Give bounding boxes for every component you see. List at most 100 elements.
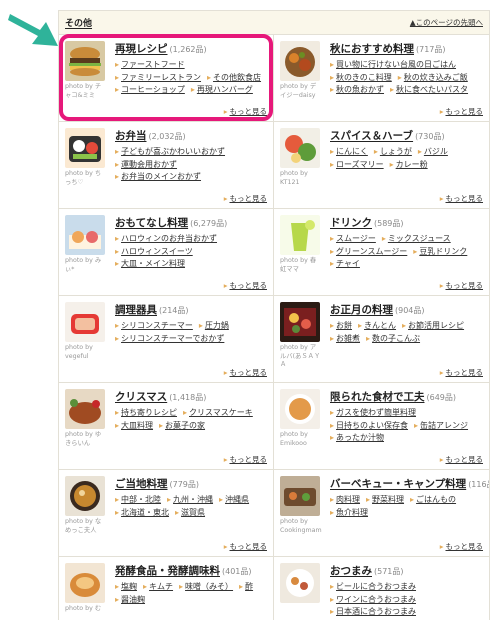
subcategory-link[interactable]: シリコンスチーマー xyxy=(115,320,193,332)
subcategory-link[interactable]: 肉料理 xyxy=(330,494,360,506)
category-photo[interactable] xyxy=(65,215,105,255)
subcategory-link[interactable]: チャイ xyxy=(330,258,360,270)
category-photo[interactable] xyxy=(280,215,320,255)
category-title-link[interactable]: お正月の料理 xyxy=(330,304,393,316)
category-title-link[interactable]: ご当地料理 xyxy=(115,478,168,490)
category-photo[interactable] xyxy=(280,302,320,342)
subcategory-link[interactable]: きんとん xyxy=(358,320,396,332)
category-title-link[interactable]: ドリンク xyxy=(330,217,372,229)
more-link[interactable]: もっと見る xyxy=(440,454,484,465)
more-link[interactable]: もっと見る xyxy=(224,541,268,552)
subcategory-link[interactable]: お弁当のメインおかず xyxy=(115,171,201,183)
subcategory-link[interactable]: お餅 xyxy=(330,320,352,332)
category-title-link[interactable]: スパイス＆ハーブ xyxy=(330,130,413,142)
subcategory-link[interactable]: ワインに合うおつまみ xyxy=(330,594,416,606)
category-photo[interactable] xyxy=(65,302,105,342)
more-link[interactable]: もっと見る xyxy=(224,193,268,204)
subcategory-link[interactable]: ハロウィンスイーツ xyxy=(115,246,193,258)
section-title[interactable]: その他 xyxy=(65,16,92,29)
subcategory-link[interactable]: ミックスジュース xyxy=(382,233,451,245)
more-link[interactable]: もっと見る xyxy=(440,193,484,204)
subcategory-link[interactable]: ローズマリー xyxy=(330,159,384,171)
category-photo[interactable] xyxy=(65,563,105,603)
category-title-link[interactable]: 秋におすすめ料理 xyxy=(330,43,414,55)
category-photo[interactable] xyxy=(65,41,105,81)
subcategory-link[interactable]: 日持ちのよい保存食 xyxy=(330,420,408,432)
more-link[interactable]: もっと見る xyxy=(440,106,484,117)
subcategory-link[interactable]: 醤油麹 xyxy=(115,594,145,606)
category-title-link[interactable]: 発酵食品・発酵調味料 xyxy=(115,565,220,577)
subcategory-link[interactable]: キムチ xyxy=(143,581,173,593)
category-photo[interactable] xyxy=(280,563,320,603)
subcategory-link[interactable]: ファミリーレストラン xyxy=(115,72,201,84)
subcategory-link[interactable]: 滋賀県 xyxy=(175,507,205,519)
subcategory-link[interactable]: 再現ハンバーグ xyxy=(191,84,253,96)
category-title-link[interactable]: お弁当 xyxy=(115,130,147,142)
subcategory-link[interactable]: 持ち寄りレシピ xyxy=(115,407,177,419)
more-link[interactable]: もっと見る xyxy=(224,454,268,465)
subcategory-link[interactable]: ガスを使わず簡単料理 xyxy=(330,407,416,419)
subcategory-link[interactable]: 沖縄県 xyxy=(219,494,249,506)
back-to-top-link[interactable]: ▲このページの先頭へ xyxy=(410,17,483,28)
subcategory-link[interactable]: しょうが xyxy=(374,146,412,158)
category-title-link[interactable]: クリスマス xyxy=(115,391,167,403)
subcategory-link[interactable]: 日本酒に合うおつまみ xyxy=(330,606,416,618)
subcategory-link[interactable]: ごはんもの xyxy=(410,494,456,506)
subcategory-link[interactable]: お雑煮 xyxy=(330,333,360,345)
subcategory-link[interactable]: 買い物に行けない台風の日ごはん xyxy=(330,59,456,71)
subcategory-link[interactable]: 九州・沖縄 xyxy=(167,494,213,506)
more-link[interactable]: もっと見る xyxy=(224,106,268,117)
category-title-link[interactable]: 調理器具 xyxy=(115,304,157,316)
subcategory-link[interactable]: 野菜料理 xyxy=(366,494,404,506)
subcategory-link[interactable]: 運動会用おかず xyxy=(115,159,177,171)
subcategory-link[interactable]: グリーンスムージー xyxy=(330,246,407,258)
category-photo[interactable] xyxy=(280,128,320,168)
subcategory-link[interactable]: スムージー xyxy=(330,233,376,245)
subcategory-link[interactable]: カレー粉 xyxy=(390,159,428,171)
subcategory-link[interactable]: バジル xyxy=(418,146,448,158)
subcategory-link[interactable]: シリコンスチーマーでおかず xyxy=(115,333,224,345)
subcategory-link[interactable]: 塩麹 xyxy=(115,581,137,593)
more-link[interactable]: もっと見る xyxy=(440,367,484,378)
subcategory-link[interactable]: 魚介料理 xyxy=(330,507,368,519)
category-title-link[interactable]: おもてなし料理 xyxy=(115,217,188,229)
subcategory-link[interactable]: 圧力鍋 xyxy=(199,320,229,332)
subcategory-link[interactable]: コーヒーショップ xyxy=(115,84,185,96)
subcategory-link[interactable]: 豆乳ドリンク xyxy=(413,246,467,258)
subcategory-link[interactable]: 数の子こんぶ xyxy=(366,333,420,345)
category-title-link[interactable]: バーベキュー・キャンプ料理 xyxy=(330,478,466,490)
category-photo[interactable] xyxy=(280,389,320,429)
subcategory-link[interactable]: 秋のきのこ料理 xyxy=(330,72,392,84)
subcategory-link[interactable]: 缶詰アレンジ xyxy=(414,420,468,432)
subcategory-link[interactable]: 酢 xyxy=(239,581,253,593)
subcategory-link[interactable]: 大皿・メイン料理 xyxy=(115,258,185,270)
category-photo[interactable] xyxy=(280,41,320,81)
subcategory-link[interactable]: お節活用レシピ xyxy=(402,320,464,332)
more-link[interactable]: もっと見る xyxy=(224,367,268,378)
subcategory-link[interactable]: 味噌（みそ） xyxy=(179,581,233,593)
subcategory-link[interactable]: ビールに合うおつまみ xyxy=(330,581,416,593)
category-photo[interactable] xyxy=(65,389,105,429)
subcategory-link[interactable]: お菓子の家 xyxy=(159,420,205,432)
subcategory-link[interactable]: 秋に食べたいパスタ xyxy=(390,84,468,96)
more-link[interactable]: もっと見る xyxy=(224,280,268,291)
subcategory-link[interactable]: その他飲食店 xyxy=(207,72,261,84)
subcategory-link[interactable]: 中部・北陸 xyxy=(115,494,161,506)
subcategory-link[interactable]: ハロウィンのお弁当おかず xyxy=(115,233,217,245)
subcategory-link[interactable]: クリスマスケーキ xyxy=(183,407,253,419)
subcategory-link[interactable]: 子どもが喜ぶかわいいおかず xyxy=(115,146,225,158)
subcategory-link[interactable]: あったか汁物 xyxy=(330,432,384,444)
subcategory-link[interactable]: 秋の炊き込みご飯 xyxy=(398,72,468,84)
more-link[interactable]: もっと見る xyxy=(440,541,484,552)
subcategory-link[interactable]: 北海道・東北 xyxy=(115,507,169,519)
category-title-link[interactable]: 再現レシピ xyxy=(115,43,168,55)
category-title-link[interactable]: おつまみ xyxy=(330,565,372,577)
subcategory-link[interactable]: にんにく xyxy=(330,146,368,158)
category-title-link[interactable]: 限られた食材で工夫 xyxy=(330,391,425,403)
category-photo[interactable] xyxy=(65,128,105,168)
category-photo[interactable] xyxy=(65,476,105,516)
subcategory-link[interactable]: 大皿料理 xyxy=(115,420,153,432)
subcategory-link[interactable]: ファーストフード xyxy=(115,59,185,71)
subcategory-link[interactable]: 秋の魚おかず xyxy=(330,84,384,96)
more-link[interactable]: もっと見る xyxy=(440,280,484,291)
